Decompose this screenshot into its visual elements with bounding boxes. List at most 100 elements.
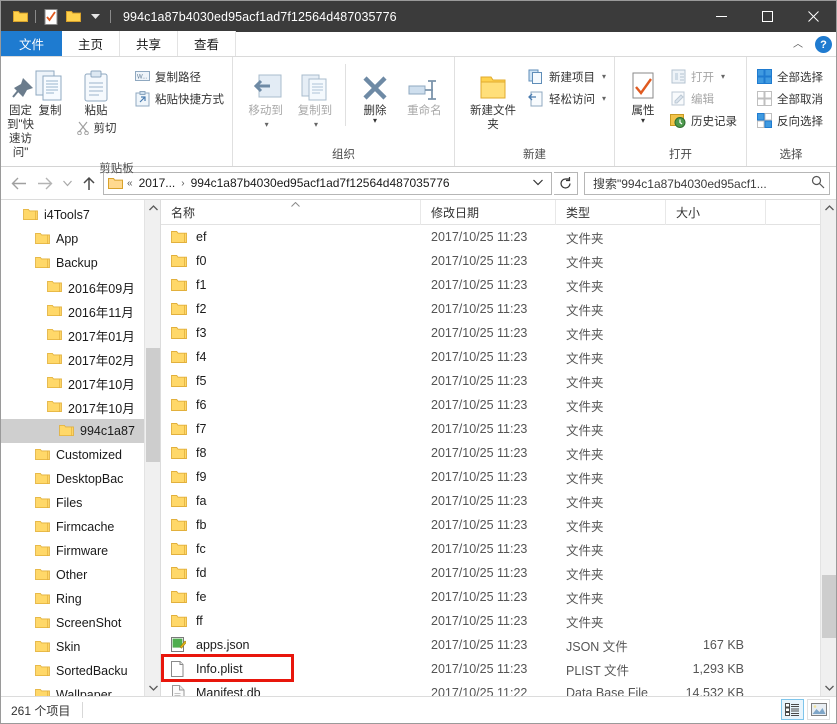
column-header-date[interactable]: 修改日期 <box>421 200 556 225</box>
column-header-size[interactable]: 大小 <box>666 200 766 225</box>
table-row[interactable]: fd2017/10/25 11:23文件夹 <box>161 561 836 585</box>
tab-view[interactable]: 查看 <box>178 31 236 56</box>
search-box[interactable]: 搜索"994c1a87b4030ed95acf1... <box>584 172 830 195</box>
sidebar-item-201701[interactable]: 2017年01月 <box>1 323 160 347</box>
sidebar-item-201710[interactable]: 2017年10月 <box>1 371 160 395</box>
sidebar-item-sortedbacku[interactable]: SortedBacku <box>1 659 160 683</box>
easy-access-button[interactable]: 轻松访问 ▾ <box>525 88 609 109</box>
close-button[interactable] <box>790 1 836 32</box>
file-name-cell[interactable]: f1 <box>161 277 421 293</box>
new-item-button[interactable]: 新建项目 ▾ <box>525 66 609 87</box>
minimize-button[interactable] <box>698 1 744 32</box>
file-name-cell[interactable]: fb <box>161 517 421 533</box>
sidebar-item-firmcache[interactable]: Firmcache <box>1 515 160 539</box>
column-header-type[interactable]: 类型 <box>556 200 666 225</box>
sidebar-item-201611[interactable]: 2016年11月 <box>1 299 160 323</box>
sidebar-item-skin[interactable]: Skin <box>1 635 160 659</box>
delete-button[interactable]: 删除 ▾ <box>350 62 399 124</box>
sidebar-item-201702[interactable]: 2017年02月 <box>1 347 160 371</box>
sidebar-item-customized[interactable]: Customized <box>1 443 160 467</box>
select-none-button[interactable]: 全部取消 <box>753 88 826 109</box>
rename-button[interactable]: 重命名 <box>400 62 449 118</box>
table-row[interactable]: f72017/10/25 11:23文件夹 <box>161 417 836 441</box>
view-details-button[interactable] <box>781 699 804 720</box>
file-name-cell[interactable]: Manifest.db <box>161 685 421 696</box>
file-name-cell[interactable]: f3 <box>161 325 421 341</box>
table-row[interactable]: fa2017/10/25 11:23文件夹 <box>161 489 836 513</box>
paste-button[interactable]: 粘贴 <box>65 62 127 118</box>
search-icon[interactable] <box>811 175 825 192</box>
file-name-cell[interactable]: ef <box>161 229 421 245</box>
move-to-button[interactable]: 移动到 ▾ <box>241 62 290 132</box>
copy-to-button[interactable]: 复制到 ▾ <box>290 62 339 132</box>
table-row[interactable]: ff2017/10/25 11:23文件夹 <box>161 609 836 633</box>
select-all-button[interactable]: 全部选择 <box>753 66 826 87</box>
delete-caret-icon[interactable]: ▾ <box>373 118 377 124</box>
sidebar-item-backup[interactable]: Backup <box>1 251 160 275</box>
file-name-cell[interactable]: apps.json <box>161 637 421 653</box>
table-row[interactable]: f02017/10/25 11:23文件夹 <box>161 249 836 273</box>
file-name-cell[interactable]: fe <box>161 589 421 605</box>
tab-file[interactable]: 文件 <box>1 31 62 56</box>
file-list-scroll-down-icon[interactable] <box>821 680 836 696</box>
file-name-cell[interactable]: f9 <box>161 469 421 485</box>
table-row[interactable]: f92017/10/25 11:23文件夹 <box>161 465 836 489</box>
file-list-scrollbar[interactable] <box>820 200 836 696</box>
maximize-button[interactable] <box>744 1 790 32</box>
table-row[interactable]: fc2017/10/25 11:23文件夹 <box>161 537 836 561</box>
file-list-scroll-thumb[interactable] <box>822 575 836 638</box>
copy-button[interactable]: 复制 <box>35 62 65 118</box>
table-row[interactable]: f82017/10/25 11:23文件夹 <box>161 441 836 465</box>
copy-to-caret-icon[interactable]: ▾ <box>314 118 318 132</box>
cut-button[interactable]: 剪切 <box>76 120 117 136</box>
file-list-scroll-up-icon[interactable] <box>821 200 836 216</box>
sidebar-item-firmware[interactable]: Firmware <box>1 539 160 563</box>
file-name-cell[interactable]: f6 <box>161 397 421 413</box>
sidebar-item-ring[interactable]: Ring <box>1 587 160 611</box>
qat-chevron-down-icon[interactable] <box>84 6 106 28</box>
sidebar-item-wallpaper[interactable]: Wallpaper <box>1 683 160 696</box>
sidebar-item-desktopbac[interactable]: DesktopBac <box>1 467 160 491</box>
column-header-name[interactable]: 名称 <box>161 200 421 225</box>
copy-path-button[interactable]: W... 复制路径 <box>131 66 227 87</box>
paste-shortcut-button[interactable]: 粘贴快捷方式 <box>131 88 227 109</box>
table-row[interactable]: fe2017/10/25 11:23文件夹 <box>161 585 836 609</box>
tab-home[interactable]: 主页 <box>62 31 120 56</box>
edit-button[interactable]: 编辑 <box>667 88 740 109</box>
table-row[interactable]: Info.plist2017/10/25 11:23PLIST 文件1,293 … <box>161 657 836 681</box>
file-name-cell[interactable]: f0 <box>161 253 421 269</box>
file-name-cell[interactable]: f5 <box>161 373 421 389</box>
sidebar-item-201609[interactable]: 2016年09月 <box>1 275 160 299</box>
breadcrumb-dropdown-icon[interactable] <box>527 178 549 189</box>
collapse-ribbon-icon[interactable]: ︿ <box>793 40 803 50</box>
file-name-cell[interactable]: f8 <box>161 445 421 461</box>
table-row[interactable]: ef2017/10/25 11:23文件夹 <box>161 225 836 249</box>
file-name-cell[interactable]: fa <box>161 493 421 509</box>
invert-selection-button[interactable]: 反向选择 <box>753 110 826 131</box>
properties-button[interactable]: 属性 ▾ <box>621 62 665 124</box>
qat-new-folder-icon[interactable] <box>9 6 31 28</box>
sidebar-scroll-up-icon[interactable] <box>145 200 161 216</box>
table-row[interactable]: fb2017/10/25 11:23文件夹 <box>161 513 836 537</box>
table-row[interactable]: f52017/10/25 11:23文件夹 <box>161 369 836 393</box>
table-row[interactable]: Manifest.db2017/10/25 11:22Data Base Fil… <box>161 681 836 696</box>
file-name-cell[interactable]: ff <box>161 613 421 629</box>
view-large-icons-button[interactable] <box>807 699 830 720</box>
table-row[interactable]: f32017/10/25 11:23文件夹 <box>161 321 836 345</box>
sidebar-scroll-thumb[interactable] <box>146 348 160 462</box>
new-folder-button[interactable]: 新建文件夹 <box>465 62 521 132</box>
properties-caret-icon[interactable]: ▾ <box>641 118 645 124</box>
table-row[interactable]: f42017/10/25 11:23文件夹 <box>161 345 836 369</box>
file-name-cell[interactable]: f4 <box>161 349 421 365</box>
move-to-caret-icon[interactable]: ▾ <box>265 118 269 132</box>
search-input[interactable]: 搜索"994c1a87b4030ed95acf1... <box>593 175 811 192</box>
easy-access-caret-icon[interactable]: ▾ <box>602 94 606 103</box>
file-name-cell[interactable]: fd <box>161 565 421 581</box>
pin-to-quick-access-button[interactable]: 固定到"快速访问" <box>6 62 35 160</box>
sidebar-item-994c1a87[interactable]: 994c1a87 <box>1 419 160 443</box>
file-name-cell[interactable]: fc <box>161 541 421 557</box>
help-icon[interactable]: ? <box>815 36 832 53</box>
qat-properties-icon[interactable] <box>40 6 62 28</box>
table-row[interactable]: f62017/10/25 11:23文件夹 <box>161 393 836 417</box>
sidebar-item-app[interactable]: App <box>1 227 160 251</box>
